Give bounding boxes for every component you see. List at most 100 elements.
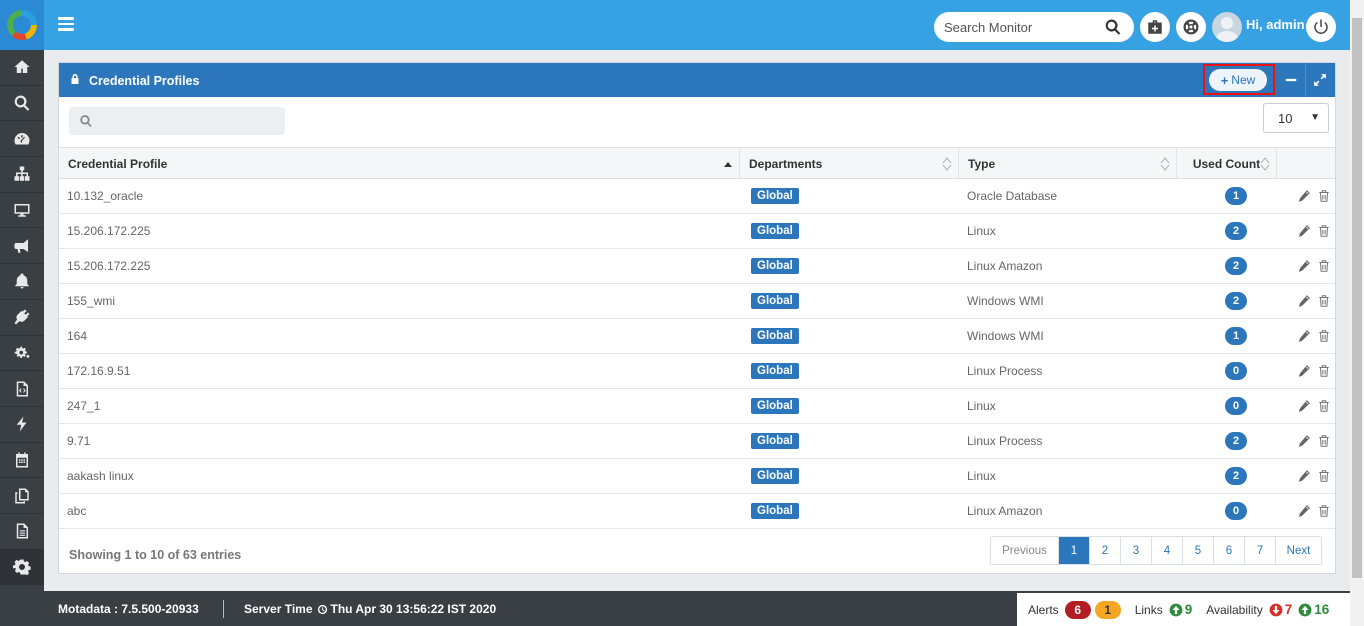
- links-up[interactable]: 9: [1169, 602, 1192, 617]
- department-badge: Global: [751, 293, 799, 309]
- column-header-type[interactable]: Type: [959, 148, 1177, 179]
- column-header-used-count[interactable]: Used Count: [1177, 148, 1277, 179]
- table-row[interactable]: 155_wmi Global Windows WMI 2: [59, 284, 1335, 319]
- used-count-badge[interactable]: 2: [1225, 257, 1247, 275]
- megaphone-icon: [14, 239, 28, 253]
- sidebar-item-templates[interactable]: [0, 478, 44, 514]
- table-row[interactable]: 172.16.9.51 Global Linux Process 0: [59, 354, 1335, 389]
- table-row[interactable]: 9.71 Global Linux Process 2: [59, 424, 1335, 459]
- trash-icon[interactable]: [1317, 329, 1331, 343]
- sidebar-item-alerts[interactable]: [0, 264, 44, 300]
- trash-icon[interactable]: [1317, 224, 1331, 238]
- alerts-warning-badge[interactable]: 1: [1094, 600, 1121, 619]
- pagination-page-4[interactable]: 4: [1152, 537, 1183, 564]
- scrollbar-thumb[interactable]: [1352, 18, 1362, 578]
- search-icon[interactable]: [1104, 18, 1122, 36]
- new-button-label: New: [1231, 73, 1256, 87]
- plus-icon: +: [1220, 72, 1229, 88]
- used-count-badge[interactable]: 2: [1225, 467, 1247, 485]
- pagination-page-2[interactable]: 2: [1090, 537, 1121, 564]
- edit-pencil-icon[interactable]: [1297, 224, 1311, 238]
- sidebar-item-announcements[interactable]: [0, 228, 44, 265]
- edit-pencil-icon[interactable]: [1297, 399, 1311, 413]
- menu-toggle-icon[interactable]: [58, 17, 74, 31]
- expand-button[interactable]: [1306, 63, 1334, 97]
- trash-icon[interactable]: [1317, 364, 1331, 378]
- sidebar-item-search[interactable]: [0, 86, 44, 122]
- used-count-badge[interactable]: 1: [1225, 187, 1247, 205]
- used-count-badge[interactable]: 2: [1225, 222, 1247, 240]
- sidebar-item-schedule[interactable]: [0, 443, 44, 479]
- alerts-critical-badge[interactable]: 6: [1064, 600, 1091, 619]
- trash-icon[interactable]: [1317, 399, 1331, 413]
- availability-down[interactable]: 7: [1269, 602, 1292, 617]
- edit-pencil-icon[interactable]: [1297, 189, 1311, 203]
- pagination-next[interactable]: Next: [1276, 537, 1321, 564]
- used-count-badge[interactable]: 1: [1225, 327, 1247, 345]
- table-row[interactable]: 15.206.172.225 Global Linux Amazon 2: [59, 249, 1335, 284]
- sidebar-item-monitors[interactable]: [0, 193, 44, 229]
- trash-icon[interactable]: [1317, 504, 1331, 518]
- trash-icon[interactable]: [1317, 259, 1331, 273]
- sidebar-item-automation[interactable]: [0, 336, 44, 372]
- trash-icon[interactable]: [1317, 294, 1331, 308]
- department-badge: Global: [751, 433, 799, 449]
- user-avatar[interactable]: [1212, 12, 1242, 42]
- first-aid-button[interactable]: [1140, 12, 1170, 42]
- pagination-page-1[interactable]: 1: [1059, 537, 1090, 564]
- power-icon: [1314, 19, 1328, 34]
- pagination-page-5[interactable]: 5: [1183, 537, 1214, 564]
- pagination-page-7[interactable]: 7: [1245, 537, 1276, 564]
- pagination-page-6[interactable]: 6: [1214, 537, 1245, 564]
- sidebar-item-settings[interactable]: [0, 549, 44, 586]
- calendar-icon: [16, 452, 28, 468]
- used-count-badge[interactable]: 0: [1225, 502, 1247, 520]
- column-header-credential-profile[interactable]: Credential Profile: [59, 148, 740, 179]
- sidebar-item-topology[interactable]: [0, 157, 44, 193]
- pagination-previous[interactable]: Previous: [991, 537, 1059, 564]
- used-count-badge[interactable]: 2: [1225, 432, 1247, 450]
- page-scrollbar[interactable]: [1350, 0, 1364, 626]
- minimize-button[interactable]: [1277, 63, 1305, 97]
- page-size-select[interactable]: 10 ▼: [1263, 103, 1329, 133]
- sidebar-item-scripts[interactable]: [0, 371, 44, 407]
- edit-pencil-icon[interactable]: [1297, 504, 1311, 518]
- sidebar-item-actions[interactable]: [0, 407, 44, 443]
- edit-pencil-icon[interactable]: [1297, 364, 1311, 378]
- pagination-page-3[interactable]: 3: [1121, 537, 1152, 564]
- availability-up[interactable]: 16: [1298, 602, 1329, 617]
- edit-pencil-icon[interactable]: [1297, 469, 1311, 483]
- new-credential-button[interactable]: + New: [1209, 69, 1267, 91]
- sidebar-item-dashboard[interactable]: [0, 121, 44, 158]
- table-row[interactable]: aakash linux Global Linux 2: [59, 459, 1335, 494]
- sidebar-item-plugins[interactable]: [0, 300, 44, 336]
- trash-icon[interactable]: [1317, 469, 1331, 483]
- table-row[interactable]: 15.206.172.225 Global Linux 2: [59, 214, 1335, 249]
- sidebar-item-reports[interactable]: [0, 514, 44, 550]
- table-filter-input[interactable]: [101, 113, 281, 129]
- user-greeting[interactable]: Hi, admin: [1246, 17, 1305, 32]
- used-count-badge[interactable]: 0: [1225, 362, 1247, 380]
- edit-pencil-icon[interactable]: [1297, 259, 1311, 273]
- table-row[interactable]: 10.132_oracle Global Oracle Database 1: [59, 179, 1335, 214]
- help-button[interactable]: [1176, 12, 1206, 42]
- trash-icon[interactable]: [1317, 434, 1331, 448]
- table-row[interactable]: 164 Global Windows WMI 1: [59, 319, 1335, 354]
- edit-pencil-icon[interactable]: [1297, 294, 1311, 308]
- trash-icon[interactable]: [1317, 189, 1331, 203]
- edit-pencil-icon[interactable]: [1297, 329, 1311, 343]
- edit-pencil-icon[interactable]: [1297, 434, 1311, 448]
- used-count-badge[interactable]: 0: [1225, 397, 1247, 415]
- logout-button[interactable]: [1306, 12, 1336, 42]
- motadata-logo[interactable]: [0, 0, 44, 50]
- monitor-search-input[interactable]: [944, 19, 1104, 35]
- used-count-badge[interactable]: 2: [1225, 292, 1247, 310]
- used-count-cell: 0: [1177, 354, 1277, 389]
- sidebar-item-home[interactable]: [0, 50, 44, 86]
- monitor-search-box[interactable]: [934, 12, 1134, 42]
- table-filter-box[interactable]: [69, 107, 285, 135]
- table-row[interactable]: abc Global Linux Amazon 0: [59, 494, 1335, 529]
- table-row[interactable]: 247_1 Global Linux 0: [59, 389, 1335, 424]
- column-header-departments[interactable]: Departments: [740, 148, 959, 179]
- sort-icon: [1260, 157, 1270, 171]
